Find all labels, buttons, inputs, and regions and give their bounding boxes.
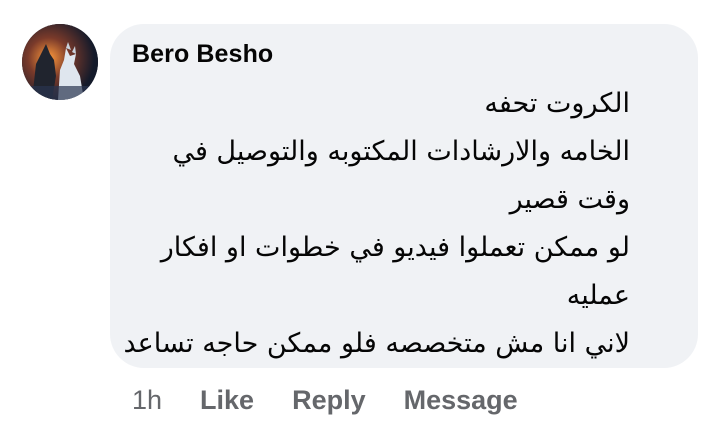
reply-button[interactable]: Reply (292, 385, 366, 416)
comment-actions: 1h Like Reply Message (132, 380, 556, 420)
comment-line: الخامه والارشادات المكتوبه والتوصيل في (172, 136, 630, 167)
message-button[interactable]: Message (404, 385, 518, 416)
wolf-avatar-icon (22, 24, 98, 100)
comment-bubble: Bero Besho الكروت تحفه الخامه والارشادات… (110, 24, 698, 368)
comment-line: وقت قصير (509, 184, 630, 215)
comment-author[interactable]: Bero Besho (132, 40, 273, 69)
comment-timestamp[interactable]: 1h (132, 385, 162, 416)
comment-text: الكروت تحفه الخامه والارشادات المكتوبه و… (123, 80, 631, 368)
comment-line: عمليه (566, 280, 630, 311)
comment-line: الكروت تحفه (484, 88, 630, 119)
comment-line: لو ممكن تعملوا فيديو في خطوات او افكار (160, 232, 630, 263)
avatar[interactable] (22, 24, 98, 100)
like-button[interactable]: Like (200, 385, 254, 416)
comment: Bero Besho الكروت تحفه الخامه والارشادات… (0, 0, 720, 424)
comment-line: لاني انا مش متخصصه فلو ممكن حاجه تساعد (123, 328, 631, 359)
